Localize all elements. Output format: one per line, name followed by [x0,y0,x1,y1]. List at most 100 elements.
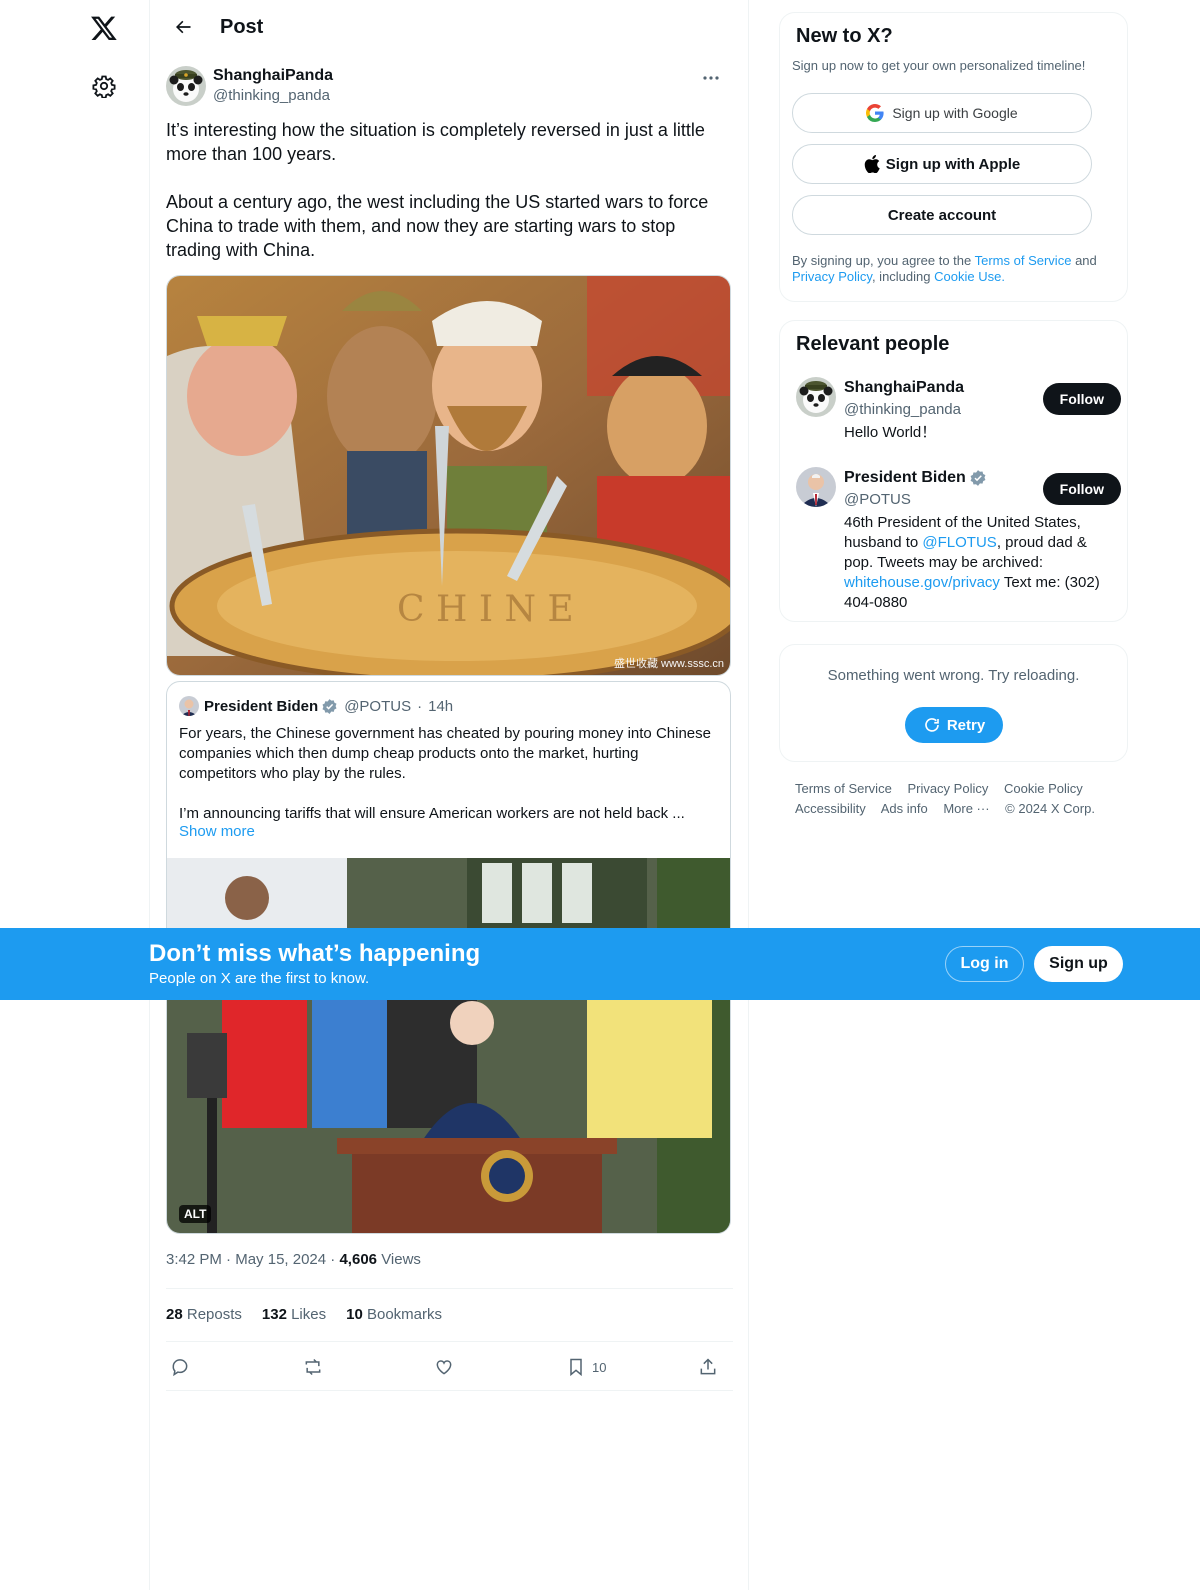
divider [166,1341,733,1342]
tweet-stats: 28 Reposts 132 Likes 10 Bookmarks [166,1306,442,1323]
divider [166,1288,733,1289]
person-name[interactable]: President Biden [844,467,966,489]
quote-separator: · [417,697,423,715]
footer-copyright: © 2024 X Corp. [1005,801,1095,816]
post-header: Post [150,0,748,54]
reposts-count: 28 [166,1306,183,1323]
svg-text:C H I N E: C H I N E [397,589,574,630]
create-account-button[interactable]: Create account [792,195,1092,235]
legal-and: and [1075,253,1097,268]
relevant-people-title: Relevant people [796,333,950,355]
person-president-biden[interactable]: President Biden @POTUS 46th President of… [796,467,1121,617]
create-account-label: Create account [887,206,997,224]
like-icon[interactable] [434,1352,454,1382]
quote-time: 14h [428,697,454,715]
x-logo-icon[interactable] [82,6,126,50]
signup-button[interactable]: Sign up [1034,946,1123,982]
reply-icon[interactable] [170,1352,190,1382]
google-signup-button[interactable]: Sign up with Google [792,93,1092,133]
flotus-link[interactable]: @FLOTUS [922,534,996,551]
page-title: Post [220,15,264,38]
avatar[interactable] [796,377,836,417]
banner-subtitle: People on X are the first to know. [149,970,370,987]
relevant-people-card: Relevant people ShanghaiPanda @thinking_… [779,320,1128,622]
signup-legal: By signing up, you agree to the Terms of… [792,253,1122,285]
quote-author-name: President Biden [204,697,319,715]
tweet-paragraph: About a century ago, the west including … [166,192,709,260]
tweet-time[interactable]: 3:42 PM [166,1251,222,1268]
quote-author-handle: @POTUS [344,697,412,715]
terms-link[interactable]: Terms of Service [975,253,1072,268]
views-count: 4,606 [339,1251,378,1268]
banner-title: Don’t miss what’s happening [149,940,481,967]
avatar[interactable] [166,66,206,106]
person-bio: 46th President of the United States, hus… [844,513,1114,613]
error-card: Something went wrong. Try reloading. Ret… [779,644,1128,762]
person-bio: Hello World！ [844,424,937,441]
legal-including: , including [871,269,931,284]
bookmarks-label: Bookmarks [366,1306,443,1323]
back-arrow-icon[interactable] [166,10,200,44]
bookmarks-count: 10 [346,1306,363,1323]
quote-paragraph: I’m announcing tariffs that will ensure … [179,805,685,822]
repost-icon[interactable] [302,1352,324,1382]
legal-prefix: By signing up, you agree to the [792,253,972,268]
likes-stat[interactable]: 132 Likes [262,1306,326,1323]
bookmarks-stat[interactable]: 10 Bookmarks [346,1306,442,1323]
footer-ads-link[interactable]: Ads info [881,801,928,816]
verified-icon [321,698,338,715]
google-icon [866,104,884,122]
cookie-link[interactable]: Cookie Use. [934,269,1005,284]
follow-button[interactable]: Follow [1042,383,1121,415]
views-label: Views [381,1251,421,1268]
signup-banner: Don’t miss what’s happening People on X … [0,928,1200,1000]
quote-header: President Biden @POTUS · 14h [179,694,453,718]
refresh-icon [923,716,941,734]
author-handle[interactable]: @thinking_panda [213,86,333,106]
tweet-paragraph: It’s interesting how the situation is co… [166,120,705,164]
likes-label: Likes [291,1306,327,1323]
apple-icon [864,155,880,173]
signup-card: New to X? Sign up now to get your own pe… [779,12,1128,302]
google-signup-label: Sign up with Google [892,105,1018,121]
retry-button[interactable]: Retry [905,707,1003,743]
avatar[interactable] [796,467,836,507]
tweet-image-cartoon[interactable]: C H I N E 盛世收藏 www.sssc.cn [166,275,731,676]
more-icon[interactable] [696,66,726,90]
author-name[interactable]: ShanghaiPanda [213,66,333,86]
show-more-link[interactable]: Show more [179,823,255,840]
signup-subtitle: Sign up now to get your own personalized… [792,58,1086,73]
verified-icon [969,469,987,487]
reposts-label: Reposts [186,1306,242,1323]
quote-photo[interactable]: ALT [167,858,730,1233]
privacy-url-link[interactable]: whitehouse.gov/privacy [844,574,1000,591]
tweet-author: ShanghaiPanda @thinking_panda [166,64,726,108]
signup-title: New to X? [796,25,893,47]
bookmark-icon[interactable]: 10 [566,1352,606,1382]
footer-links: Terms of Service Privacy Policy Cookie P… [795,779,1115,819]
login-button[interactable]: Log in [945,946,1024,982]
tweet-date[interactable]: May 15, 2024 [235,1251,326,1268]
gear-icon[interactable] [82,64,126,108]
share-icon[interactable] [698,1352,718,1382]
quote-paragraph: For years, the Chinese government has ch… [179,725,711,782]
footer-privacy-link[interactable]: Privacy Policy [907,781,988,796]
alt-badge[interactable]: ALT [179,1205,212,1223]
footer-cookie-link[interactable]: Cookie Policy [1004,781,1083,796]
image-watermark: 盛世收藏 www.sssc.cn [613,658,724,670]
apple-signup-label: Sign up with Apple [885,155,1021,173]
reposts-stat[interactable]: 28 Reposts [166,1306,242,1323]
avatar [179,696,199,716]
bookmark-action-count: 10 [592,1359,607,1375]
follow-button[interactable]: Follow [1042,473,1121,505]
person-shanghaipanda[interactable]: ShanghaiPanda @thinking_panda Hello Worl… [796,377,1121,447]
apple-signup-button[interactable]: Sign up with Apple [792,144,1092,184]
privacy-link[interactable]: Privacy Policy [792,269,872,284]
meta-separator: · [226,1251,236,1268]
footer-more-link[interactable]: More ··· [943,801,989,816]
footer-terms-link[interactable]: Terms of Service [795,781,892,796]
footer-accessibility-link[interactable]: Accessibility [795,801,866,816]
error-message: Something went wrong. Try reloading. [827,667,1080,684]
divider [166,1390,733,1391]
tweet-text: It’s interesting how the situation is co… [166,118,726,286]
